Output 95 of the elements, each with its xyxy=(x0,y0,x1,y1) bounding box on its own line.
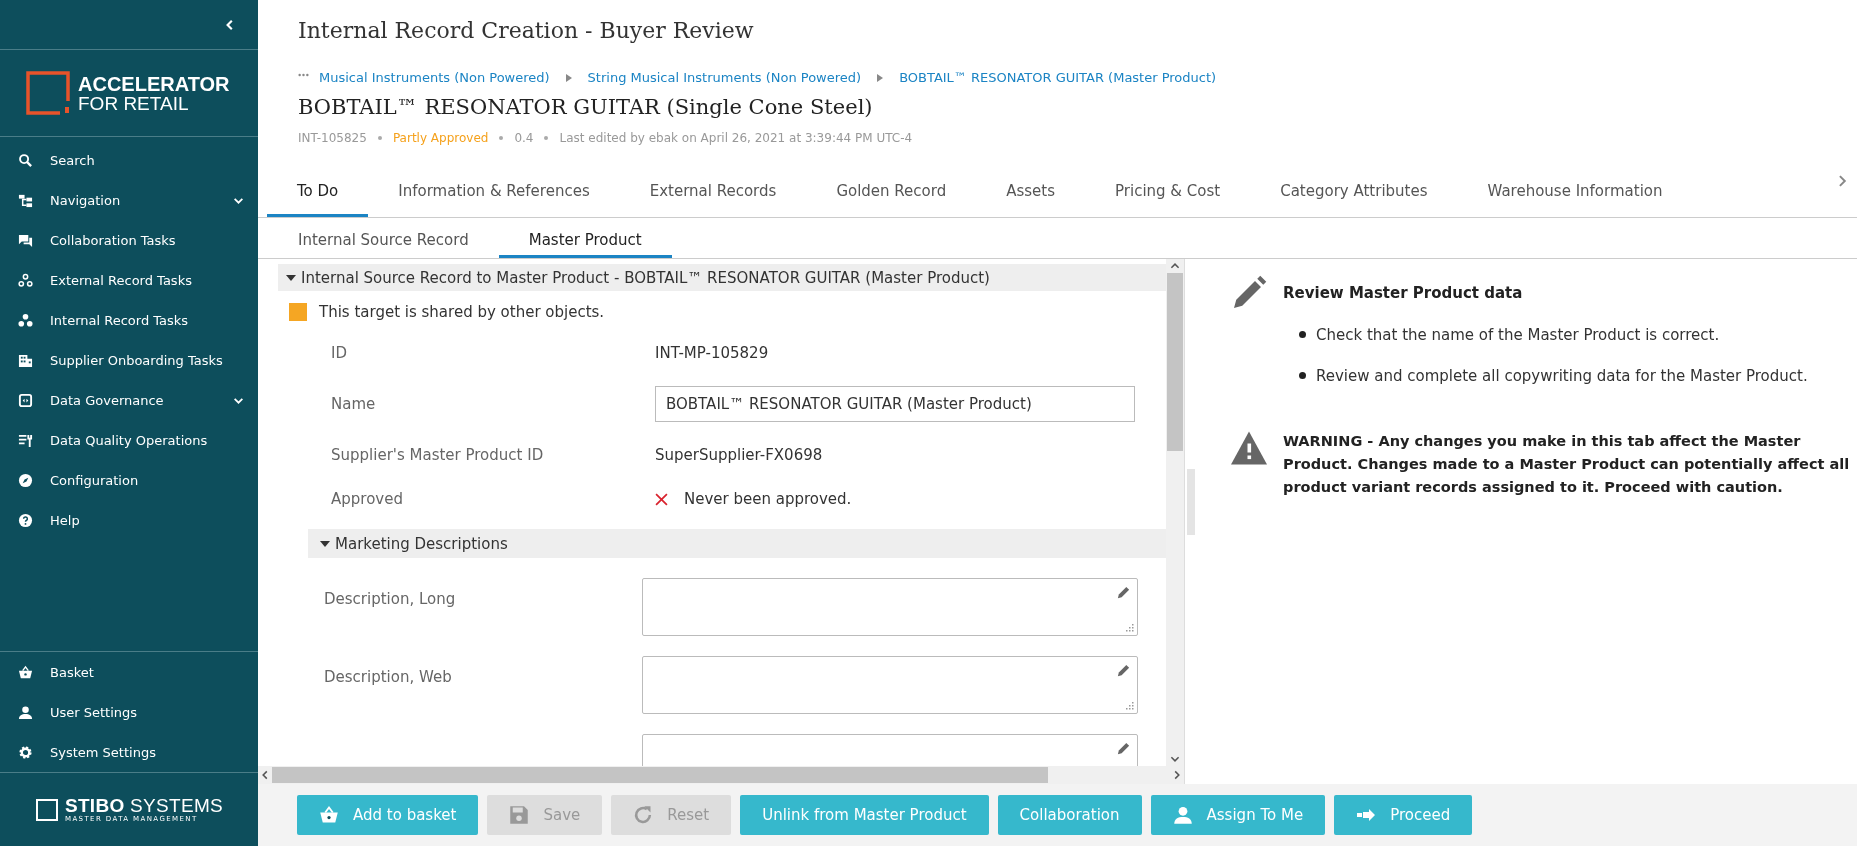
user-icon xyxy=(18,704,33,720)
tab[interactable]: External Records xyxy=(619,182,807,217)
record-id: INT-105825 xyxy=(298,131,367,145)
sidebar-item[interactable]: Basket xyxy=(0,652,258,692)
tab[interactable]: Warehouse Information xyxy=(1457,182,1693,217)
sidebar-item[interactable]: Configuration xyxy=(0,460,258,500)
logo-square-icon xyxy=(26,71,70,115)
chat-icon xyxy=(18,232,33,248)
subsection-title: Marketing Descriptions xyxy=(335,534,508,553)
basket-icon xyxy=(319,805,339,825)
list-wrench-icon xyxy=(18,432,33,448)
sidebar-item[interactable]: Search xyxy=(0,140,258,180)
resize-grip-icon[interactable] xyxy=(1126,624,1134,632)
field-label: Supplier's Master Product ID xyxy=(331,446,545,464)
vertical-scrollbar[interactable] xyxy=(1166,259,1184,766)
reset-icon xyxy=(633,805,654,825)
tab[interactable]: Assets xyxy=(976,182,1086,217)
bullet-icon xyxy=(1299,331,1306,338)
sidebar-item[interactable]: Collaboration Tasks xyxy=(0,220,258,260)
field-label: Approved xyxy=(331,490,404,508)
governance-icon xyxy=(18,392,33,408)
collapse-chevron-icon[interactable] xyxy=(224,17,236,32)
instruction-text: Check that the name of the Master Product is correct. xyxy=(1316,325,1720,344)
separator-dot-icon xyxy=(377,136,382,140)
separator-dot-icon xyxy=(544,136,549,140)
hierarchy-icon xyxy=(18,192,33,208)
sidebar-item[interactable]: Data Quality Operations xyxy=(0,420,258,460)
warning-icon xyxy=(1231,430,1267,466)
building-icon xyxy=(18,352,33,368)
warning-text: WARNING - Any changes you make in this tab affect the Master Product. Changes made to a Master Product can potentially affect all product variant records assigned to it. Proceed with caution. xyxy=(1283,432,1851,497)
instruction-text: Review and complete all copywriting data for the Master Product. xyxy=(1316,366,1808,385)
tab[interactable]: Master Product xyxy=(498,231,672,258)
brand-name: STIBO SYSTEMS xyxy=(64,795,223,816)
settings-icon xyxy=(18,744,33,760)
task-title: Review Master Product data xyxy=(1283,283,1524,302)
basket-icon xyxy=(18,664,33,680)
circles-icon xyxy=(18,272,33,288)
circles-icon xyxy=(18,312,33,328)
product-title: BOBTAIL™ RESONATOR GUITAR (Single Cone Steel) xyxy=(298,95,874,119)
sidebar-item[interactable]: System Settings xyxy=(0,732,258,772)
sidebar-item[interactable]: Navigation xyxy=(0,180,258,220)
tab[interactable]: To Do xyxy=(267,182,369,217)
version-number: 0.4 xyxy=(514,131,534,145)
tab[interactable]: Pricing & Cost xyxy=(1085,182,1251,217)
breadcrumb-link[interactable]: Musical Instruments (Non Powered) xyxy=(319,70,550,85)
sidebar-item[interactable]: Data Governance xyxy=(0,380,258,420)
search-icon xyxy=(18,152,33,168)
approval-status: Partly Approved xyxy=(392,131,489,145)
section-header[interactable]: Internal Source Record to Master Product - BOBTAIL™ RESONATOR GUITAR (Master Product) xyxy=(278,264,1166,291)
logo-title: ACCELERATOR xyxy=(78,73,230,94)
text-area-field[interactable] xyxy=(642,578,1138,636)
pencil-icon[interactable] xyxy=(1116,585,1131,600)
logo-subtitle: FOR RETAIL xyxy=(78,93,190,113)
field-value: Never been approved. xyxy=(684,490,852,508)
name-input-field[interactable]: BOBTAIL™ RESONATOR GUITAR (Master Product) xyxy=(655,386,1135,422)
splitter-handle-icon[interactable] xyxy=(1187,468,1195,535)
last-edited-text: Last edited by ebak on April 26, 2021 at 3:39:44 PM UTC-4 xyxy=(559,131,913,145)
more-icon[interactable] xyxy=(298,72,309,77)
field-value: SuperSupplier-FX0698 xyxy=(655,446,823,464)
bullet-icon xyxy=(1299,372,1306,379)
notice-text: This target is shared by other objects. xyxy=(319,303,605,321)
horizontal-scrollbar[interactable] xyxy=(258,766,1184,784)
tab[interactable]: Category Attributes xyxy=(1250,182,1458,217)
text-area-field[interactable] xyxy=(642,656,1138,714)
pencil-icon xyxy=(1231,275,1267,311)
breadcrumb-separator-icon xyxy=(877,73,884,82)
breadcrumb-link[interactable]: String Musical Instruments (Non Powered) xyxy=(587,70,862,85)
page-title: Internal Record Creation - Buyer Review xyxy=(298,18,755,45)
breadcrumb-link[interactable]: BOBTAIL™ RESONATOR GUITAR (Master Product) xyxy=(899,70,1217,85)
section-title: Internal Source Record to Master Product - BOBTAIL™ RESONATOR GUITAR (Master Product) xyxy=(301,268,990,287)
field-value: INT-MP-105829 xyxy=(655,344,769,362)
logo-square-icon xyxy=(34,797,59,822)
pencil-icon[interactable] xyxy=(1116,741,1131,756)
field-label: ID xyxy=(331,344,348,362)
sidebar-item[interactable]: Supplier Onboarding Tasks xyxy=(0,340,258,380)
triangle-icon xyxy=(286,272,296,283)
help-icon xyxy=(18,512,33,528)
pencil-icon[interactable] xyxy=(1116,663,1131,678)
resize-grip-icon[interactable] xyxy=(1126,702,1134,710)
field-label: Description, Long xyxy=(324,590,456,608)
sidebar-item[interactable]: Help xyxy=(0,500,258,540)
sidebar-item[interactable]: User Settings xyxy=(0,692,258,732)
tab[interactable]: Internal Source Record xyxy=(268,231,499,258)
compass-icon xyxy=(18,472,33,488)
tab[interactable]: Golden Record xyxy=(806,182,977,217)
subsection-header[interactable]: Marketing Descriptions xyxy=(308,529,1166,558)
tab[interactable]: Information & References xyxy=(368,182,620,217)
separator-dot-icon xyxy=(499,136,504,140)
field-label: Description, Web xyxy=(324,668,452,686)
sidebar-item[interactable]: External Record Tasks xyxy=(0,260,258,300)
field-label: Name xyxy=(331,395,377,413)
user-icon xyxy=(1172,805,1193,825)
triangle-icon xyxy=(320,538,330,549)
breadcrumb-separator-icon xyxy=(565,73,572,82)
sidebar-item[interactable]: Internal Record Tasks xyxy=(0,300,258,340)
